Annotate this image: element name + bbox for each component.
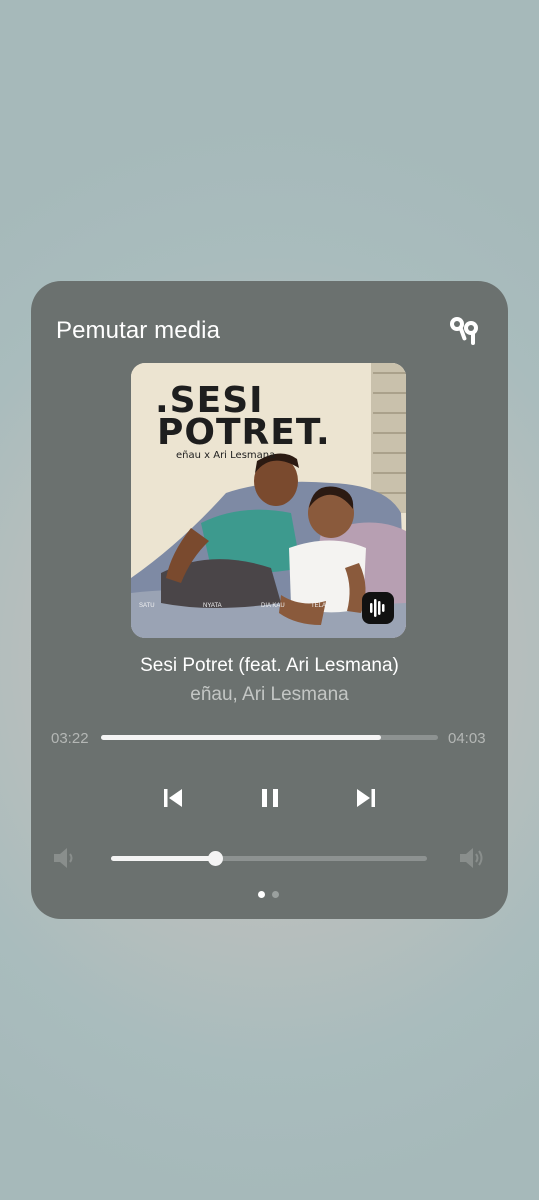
waveform-app-icon[interactable] [362, 592, 394, 624]
previous-button[interactable] [151, 776, 195, 820]
panel-title: Pemutar media [56, 317, 221, 344]
album-artists-line: eñau x Ari Lesmana [176, 450, 276, 461]
next-button[interactable] [344, 776, 388, 820]
track-artist: eñau, Ari Lesmana [190, 684, 349, 705]
page-dot[interactable] [272, 891, 279, 898]
page-indicator [258, 891, 279, 898]
pause-icon [262, 789, 278, 807]
seek-bar-progress [101, 735, 382, 740]
album-track-label: NYATA [203, 603, 222, 609]
elapsed-time: 03:22 [51, 730, 89, 747]
track-title: Sesi Potret (feat. Ari Lesmana) [140, 655, 399, 676]
skip-next-icon [357, 789, 375, 807]
album-title-line-2: POTRET. [157, 412, 331, 453]
album-art[interactable]: .SESI POTRET. eñau x Ari Lesmana SATU NY… [131, 363, 406, 638]
volume-high-icon [457, 843, 487, 873]
volume-level [111, 856, 216, 861]
total-time: 04:03 [448, 730, 486, 747]
album-track-label: TELAH [311, 603, 331, 609]
volume-low-icon [49, 843, 79, 873]
album-track-label: DIA KAU [261, 603, 285, 609]
volume-slider[interactable] [111, 851, 427, 866]
volume-thumb[interactable] [208, 851, 224, 866]
page-dot[interactable] [258, 891, 265, 898]
earbuds-icon [450, 317, 478, 345]
pause-button[interactable] [248, 776, 292, 820]
album-track-label: SATU [139, 603, 155, 609]
skip-previous-icon [164, 789, 182, 807]
output-device-button[interactable] [445, 311, 485, 351]
media-player-panel: Pemutar media .SESI POTRET. eñau x Ari L… [31, 281, 508, 919]
seek-bar[interactable] [101, 735, 438, 740]
